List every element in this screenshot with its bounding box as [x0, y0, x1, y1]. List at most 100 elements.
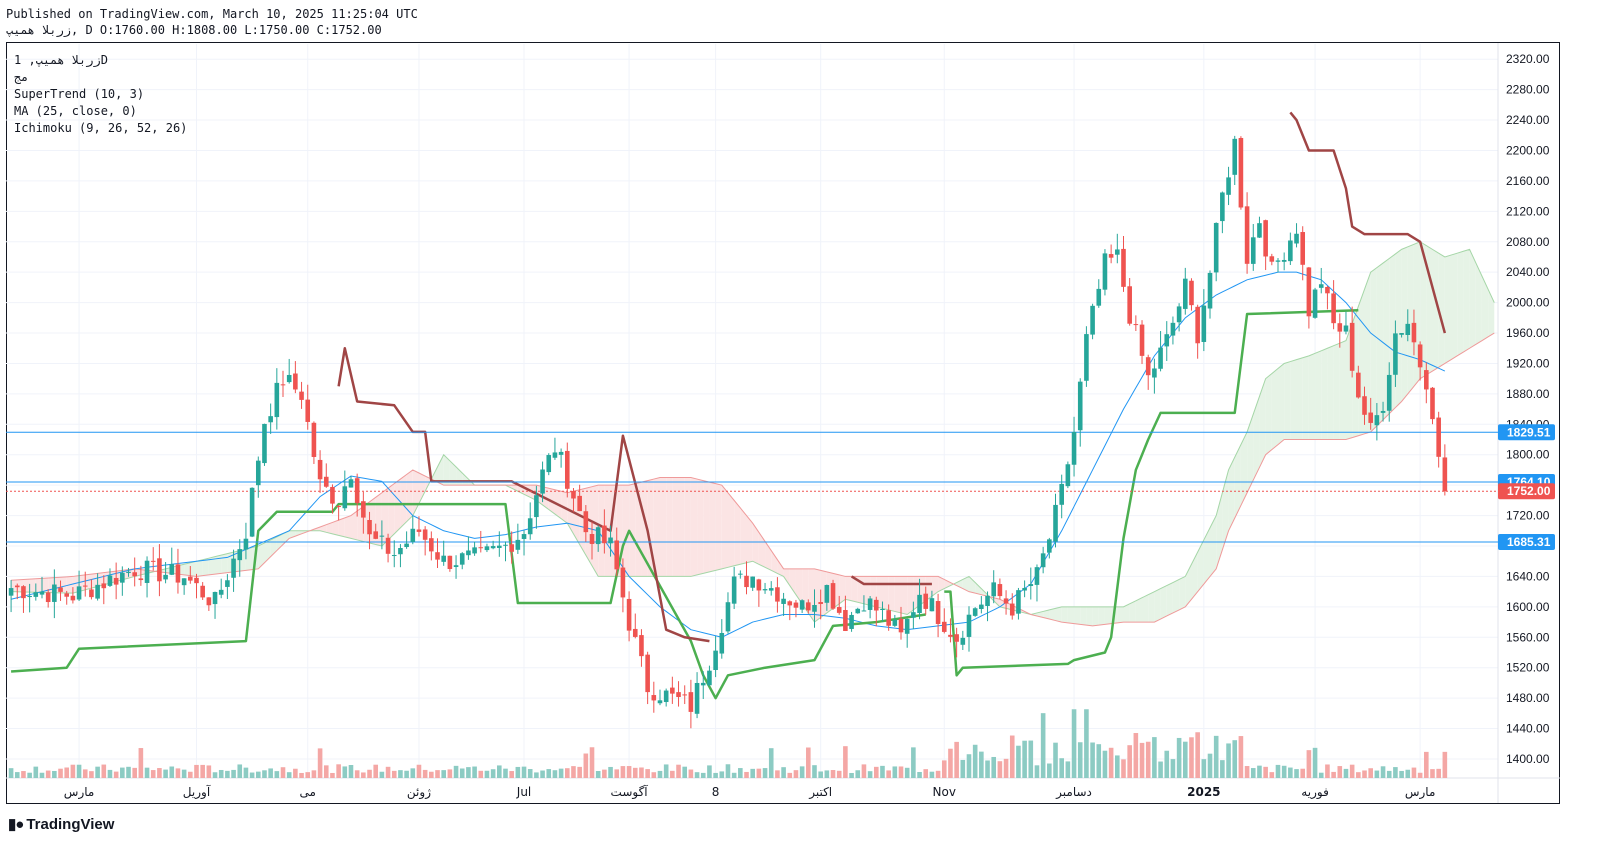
volume-bar	[379, 771, 385, 778]
volume-bar	[1349, 764, 1355, 778]
volume-bar	[1281, 765, 1287, 778]
volume-bar	[583, 753, 589, 778]
price-tick-label: 2200.00	[1506, 143, 1550, 157]
cloud-segment	[418, 472, 426, 504]
candle-body	[391, 555, 397, 557]
candle-body	[1176, 306, 1182, 323]
volume-bar	[719, 771, 725, 778]
candle-body	[150, 560, 156, 562]
price-chart[interactable]: 2320.00 2280.00 2240.00 2200.00 2160.00 2120.…	[0, 0, 1598, 858]
candle-body	[1195, 306, 1200, 344]
volume-bar	[1028, 740, 1034, 778]
volume-bar	[410, 768, 416, 778]
volume-bar	[27, 772, 32, 778]
legend-ma[interactable]: MA (25, close, 0)	[14, 104, 137, 118]
volume-bar	[1263, 766, 1268, 778]
volume-bar	[620, 766, 626, 778]
candle-body	[21, 586, 26, 599]
volume-bar	[225, 770, 230, 778]
candle-body	[527, 518, 533, 535]
candle-body	[731, 576, 737, 604]
volume-bar	[503, 768, 508, 778]
candle-body	[1028, 584, 1034, 587]
candle-body	[979, 604, 984, 610]
volume-bar	[490, 769, 496, 778]
candle-body	[1424, 370, 1429, 390]
volume-bar	[781, 767, 786, 778]
volume-bar	[1158, 761, 1163, 778]
legend-supertrend[interactable]: SuperTrend (10, 3)	[14, 87, 144, 101]
volume-bar	[1022, 740, 1027, 778]
candle-body	[614, 540, 620, 570]
volume-bar	[1195, 732, 1200, 778]
candle-body	[806, 602, 811, 611]
time-tick-label: مارس	[64, 785, 95, 800]
volume-bar	[1034, 765, 1040, 778]
price-tick-label: 2120.00	[1506, 204, 1550, 218]
cloud-segment	[901, 576, 908, 615]
volume-bar	[898, 766, 904, 778]
volume-bar	[459, 768, 465, 778]
cloud-segment	[703, 480, 710, 574]
candle-body	[626, 598, 632, 631]
volume-bar	[243, 767, 249, 778]
volume-bar	[1368, 768, 1373, 778]
candle-body	[917, 594, 922, 614]
volume-bar	[299, 772, 304, 778]
volume-bar	[688, 769, 694, 778]
candle-body	[849, 614, 854, 629]
candle-body	[379, 535, 385, 537]
candle-body	[571, 491, 576, 499]
candle-body	[941, 621, 947, 632]
volume-bar	[626, 766, 632, 778]
cloud-segment	[715, 483, 722, 571]
candle-body	[1318, 284, 1324, 288]
cloud-segment	[1197, 539, 1204, 592]
cloud-segment	[1457, 251, 1464, 356]
candle-body	[861, 610, 867, 612]
candle-body	[1393, 333, 1398, 375]
volume-bar	[1176, 737, 1182, 778]
cloud-segment	[258, 542, 265, 569]
candle-body	[1047, 539, 1052, 553]
volume-bar	[311, 770, 317, 778]
legend-ichimoku[interactable]: Ichimoku (9, 26, 52, 26)	[14, 121, 187, 135]
cloud-segment	[1271, 368, 1278, 450]
candle-body	[843, 610, 848, 631]
candle-body	[682, 694, 688, 696]
volume-bar	[76, 764, 82, 778]
time-tick-label: فوریه	[1301, 785, 1329, 800]
cloud-segment	[1074, 606, 1081, 625]
tradingview-logo[interactable]: ▮● TradingView	[8, 815, 114, 834]
candle-body	[107, 575, 113, 586]
legend-symbol[interactable]: زربلا همیپ, 1D	[14, 53, 108, 67]
candle-body	[534, 495, 539, 518]
price-tick-label: 1800.00	[1506, 448, 1550, 462]
cloud-segment	[1104, 606, 1112, 625]
candle-body	[64, 593, 70, 597]
cloud-segment	[752, 523, 759, 565]
candle-body	[1090, 305, 1095, 335]
volume-bar	[274, 771, 280, 778]
volume-bar	[188, 771, 193, 778]
candle-body	[929, 598, 935, 612]
candle-body	[441, 555, 446, 562]
cloud-segment	[1117, 606, 1124, 623]
candle-body	[793, 602, 799, 608]
volume-bar	[1362, 770, 1367, 778]
cloud-segment	[653, 477, 660, 577]
volume-bar	[768, 748, 774, 778]
candle-body	[342, 486, 348, 509]
candle-body	[812, 605, 817, 612]
volume-bar	[509, 771, 514, 778]
volume-bar	[960, 759, 966, 778]
candle-body	[602, 525, 607, 544]
volume-bar	[738, 768, 743, 778]
candle-body	[1300, 232, 1306, 265]
candle-body	[58, 587, 63, 592]
volume-bar	[849, 772, 854, 778]
cloud-segment	[907, 576, 914, 615]
volume-bar	[280, 767, 286, 778]
volume-bar	[255, 771, 261, 778]
candle-body	[212, 591, 218, 605]
